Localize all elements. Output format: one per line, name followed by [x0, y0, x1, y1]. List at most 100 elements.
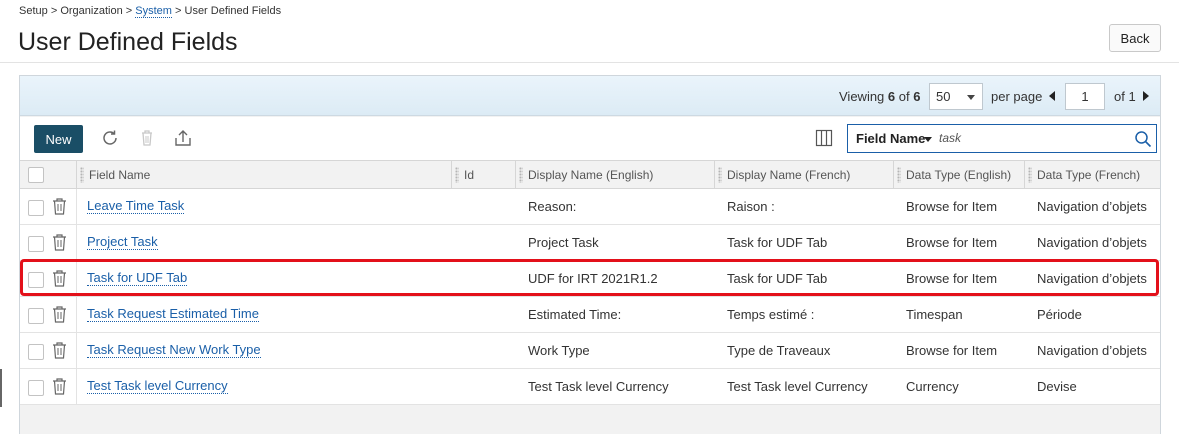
column-header-id[interactable]: Id — [452, 161, 516, 189]
drag-handle-icon[interactable] — [80, 167, 84, 183]
prev-page-icon[interactable] — [1049, 91, 1055, 101]
row-checkbox[interactable] — [28, 236, 44, 252]
field-name-link[interactable]: Task Request Estimated Time — [87, 306, 259, 322]
edge-marker — [0, 369, 2, 407]
trash-icon[interactable] — [52, 198, 67, 215]
search-field-selector[interactable]: Field Name — [856, 131, 925, 146]
column-header-type-en[interactable]: Data Type (English) — [894, 161, 1025, 189]
cell-divider — [76, 261, 77, 297]
trash-icon — [142, 130, 152, 146]
display-name-fr: Task for UDF Tab — [727, 235, 828, 250]
data-type-en: Currency — [906, 379, 959, 394]
table-row[interactable]: Test Task level Currency Test Task level… — [20, 369, 1160, 405]
table-row[interactable]: Project Task Project Task Task for UDF T… — [20, 225, 1160, 261]
toolbar: New Field Name task — [20, 117, 1160, 160]
field-name-link[interactable]: Leave Time Task — [87, 198, 185, 214]
table-row[interactable]: Leave Time Task Reason: Raison : Browse … — [20, 189, 1160, 225]
column-header-display-en[interactable]: Display Name (English) — [516, 161, 715, 189]
display-name-en: Test Task level Currency — [528, 379, 669, 394]
field-name-link[interactable]: Task for UDF Tab — [87, 270, 188, 286]
display-name-fr: Task for UDF Tab — [727, 271, 828, 286]
of-label: of — [898, 89, 910, 104]
column-header-type-fr[interactable]: Data Type (French) — [1025, 161, 1160, 189]
field-name-link[interactable]: Task Request New Work Type — [87, 342, 261, 358]
grid-header: Field Name Id Display Name (English) Dis… — [20, 160, 1160, 189]
chevron-down-icon — [967, 95, 975, 100]
display-name-en: Estimated Time: — [528, 307, 622, 322]
columns-icon[interactable] — [815, 129, 833, 147]
total-count: 6 — [913, 89, 921, 104]
display-name-fr: Raison : — [727, 199, 775, 214]
breadcrumb-separator: > — [50, 5, 58, 17]
breadcrumb-separator: > — [175, 5, 182, 17]
data-type-fr: Navigation d’objets — [1037, 343, 1147, 358]
row-checkbox[interactable] — [28, 308, 44, 324]
trash-icon[interactable] — [52, 234, 67, 251]
field-name-link[interactable]: Project Task — [87, 234, 158, 250]
drag-handle-icon[interactable] — [455, 167, 459, 183]
row-checkbox[interactable] — [28, 344, 44, 360]
display-name-fr: Test Task level Currency — [727, 379, 868, 394]
data-type-fr: Devise — [1037, 379, 1077, 394]
display-name-en: Reason: — [528, 199, 577, 214]
row-checkbox[interactable] — [28, 272, 44, 288]
drag-handle-icon[interactable] — [897, 167, 901, 183]
select-all-checkbox[interactable] — [28, 167, 44, 183]
cell-divider — [76, 189, 77, 225]
search-box[interactable]: Field Name task — [847, 124, 1157, 153]
grid-panel: Viewing 6 of 6 50 per page 1 of 1 New Fi… — [19, 75, 1161, 434]
breadcrumb-setup[interactable]: Setup — [19, 5, 48, 17]
field-name-link[interactable]: Test Task level Currency — [87, 378, 228, 394]
data-type-en: Browse for Item — [906, 235, 998, 250]
search-icon[interactable] — [1134, 130, 1152, 148]
export-icon[interactable] — [172, 127, 194, 149]
data-type-fr: Période — [1037, 307, 1082, 322]
back-button[interactable]: Back — [1109, 24, 1161, 52]
page-count-label: of 1 — [1114, 89, 1136, 104]
select-all-cell — [20, 161, 77, 189]
table-row[interactable]: Task Request New Work Type Work Type Typ… — [20, 333, 1160, 369]
data-type-fr: Navigation d’objets — [1037, 199, 1147, 214]
table-row[interactable]: Task for UDF Tab UDF for IRT 2021R1.2 Ta… — [20, 261, 1160, 297]
cell-divider — [76, 297, 77, 333]
refresh-icon[interactable] — [99, 127, 121, 149]
title-divider — [0, 62, 1179, 63]
data-type-en: Browse for Item — [906, 199, 998, 214]
display-name-en: Project Task — [528, 235, 599, 250]
viewing-count: Viewing 6 of 6 — [839, 89, 920, 104]
chevron-down-icon[interactable] — [924, 137, 932, 142]
row-checkbox[interactable] — [28, 200, 44, 216]
search-input[interactable]: task — [939, 131, 961, 145]
column-header-display-fr[interactable]: Display Name (French) — [715, 161, 894, 189]
page-title: User Defined Fields — [18, 28, 238, 56]
cell-divider — [76, 225, 77, 261]
trash-icon[interactable] — [52, 270, 67, 287]
shown-count: 6 — [887, 89, 896, 104]
next-page-icon[interactable] — [1143, 91, 1149, 101]
drag-handle-icon[interactable] — [1028, 167, 1032, 183]
trash-icon[interactable] — [52, 342, 67, 359]
data-type-fr: Navigation d’objets — [1037, 235, 1147, 250]
viewing-label: Viewing — [839, 89, 885, 104]
table-row[interactable]: Task Request Estimated Time Estimated Ti… — [20, 297, 1160, 333]
display-name-en: UDF for IRT 2021R1.2 — [528, 271, 658, 286]
breadcrumb-system-link[interactable]: System — [135, 5, 172, 18]
column-header-field-name[interactable]: Field Name — [77, 161, 452, 189]
breadcrumb-separator: > — [125, 5, 133, 17]
drag-handle-icon[interactable] — [718, 167, 722, 183]
display-name-fr: Type de Traveaux — [727, 343, 831, 358]
breadcrumb-current: User Defined Fields — [184, 5, 282, 17]
data-type-en: Browse for Item — [906, 343, 998, 358]
drag-handle-icon[interactable] — [519, 167, 523, 183]
page-size-select[interactable]: 50 — [929, 83, 983, 110]
trash-icon[interactable] — [52, 306, 67, 323]
breadcrumb-organization[interactable]: Organization — [60, 5, 122, 17]
cell-divider — [76, 333, 77, 369]
display-name-en: Work Type — [528, 343, 590, 358]
page-number-input[interactable]: 1 — [1065, 83, 1105, 110]
data-grid: Field Name Id Display Name (English) Dis… — [20, 160, 1160, 405]
row-checkbox[interactable] — [28, 380, 44, 396]
page-size-value: 50 — [936, 89, 951, 104]
new-button[interactable]: New — [34, 125, 83, 153]
trash-icon[interactable] — [52, 378, 67, 395]
